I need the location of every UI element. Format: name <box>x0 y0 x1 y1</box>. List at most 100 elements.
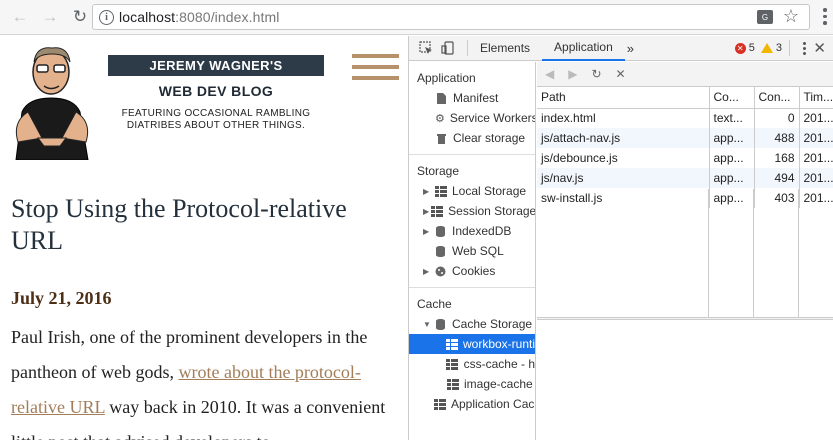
cell-path: js/nav.js <box>537 168 710 188</box>
sidebar-item-web-sql[interactable]: Web SQL <box>409 241 535 261</box>
database-icon <box>434 318 447 330</box>
cell-content-length: 488 <box>754 128 800 148</box>
reload-icon[interactable]: ↻ <box>68 5 92 29</box>
tab-application[interactable]: Application <box>542 36 625 61</box>
application-sidebar: Application Manifest ⚙ Service Workers C… <box>409 62 536 440</box>
column-header-time-cached[interactable]: Tim... <box>799 87 833 109</box>
table-row[interactable]: js/debounce.js app... 168 201... <box>537 148 833 168</box>
column-header-content-length[interactable]: Con... <box>754 87 800 109</box>
cell-content-length: 0 <box>754 108 800 128</box>
translate-icon[interactable]: G <box>757 10 773 24</box>
cell-time-cached: 201... <box>799 168 833 188</box>
address-bar[interactable]: i localhost:8080/index.html G ☆ <box>92 4 810 30</box>
grid-icon <box>446 338 458 350</box>
error-icon: ✕ <box>734 42 746 54</box>
sidebar-header-storage: Storage <box>417 164 460 178</box>
sidebar-header-cache: Cache <box>417 297 452 311</box>
expand-arrow-icon[interactable]: ▶ <box>423 187 432 196</box>
cell-content-type: text... <box>709 108 755 128</box>
refresh-icon[interactable]: ↻ <box>591 67 601 81</box>
hamburger-menu-icon[interactable] <box>352 54 399 87</box>
close-devtools-icon[interactable]: ✕ <box>813 39 826 57</box>
web-page: JEREMY WAGNER'S WEB DEV BLOG FEATURING O… <box>0 36 408 440</box>
sidebar-item-css-cache[interactable]: css-cache - h <box>409 354 535 374</box>
table-empty-area <box>537 189 833 317</box>
cell-content-length: 168 <box>754 148 800 168</box>
warning-icon <box>760 43 773 53</box>
cell-content-length: 494 <box>754 168 800 188</box>
sidebar-item-service-workers[interactable]: ⚙ Service Workers <box>409 108 535 128</box>
sidebar-item-local-storage[interactable]: ▶ Local Storage <box>409 181 535 201</box>
expand-arrow-icon[interactable]: ▶ <box>423 207 429 216</box>
back-arrow-icon[interactable]: ← <box>8 5 32 29</box>
brand-subtitle[interactable]: WEB DEV BLOG <box>108 83 324 99</box>
cell-content-type: app... <box>709 168 755 188</box>
sidebar-item-cookies[interactable]: ▶ Cookies <box>409 261 535 281</box>
database-icon <box>434 245 447 257</box>
grid-icon <box>446 358 459 370</box>
database-icon <box>434 225 447 237</box>
table-header-row: Path Co... Con... Tim... <box>537 87 833 109</box>
sidebar-item-cache-storage[interactable]: ▼ Cache Storage <box>409 314 535 334</box>
document-icon <box>435 92 448 104</box>
sidebar-item-image-cache[interactable]: image-cache <box>409 374 535 394</box>
more-tabs-icon[interactable]: » <box>627 41 634 56</box>
forward-arrow-icon[interactable]: → <box>38 5 62 29</box>
gear-icon: ⚙ <box>435 112 445 125</box>
table-row[interactable]: js/nav.js app... 494 201... <box>537 168 833 188</box>
avatar <box>15 47 89 160</box>
column-header-path[interactable]: Path <box>537 87 710 109</box>
table-row[interactable]: index.html text... 0 201... <box>537 108 833 128</box>
console-status[interactable]: ✕ 5 3 <box>734 42 782 54</box>
delete-entry-icon[interactable]: ✕ <box>616 67 626 81</box>
cache-viewer: ◀ ▶ ↻ ✕ Path Co... Con... Tim... index.h… <box>537 62 833 440</box>
devtools-menu-icon[interactable] <box>803 42 806 57</box>
grid-icon <box>431 205 444 217</box>
preview-splitter[interactable] <box>537 317 833 320</box>
inspect-element-icon[interactable] <box>419 41 433 55</box>
sidebar-item-clear-storage[interactable]: Clear storage <box>409 128 535 148</box>
cell-content-type: app... <box>709 128 755 148</box>
trash-icon <box>435 132 448 144</box>
sidebar-item-session-storage[interactable]: ▶ Session Storage <box>409 201 535 221</box>
cell-time-cached: 201... <box>799 128 833 148</box>
cache-toolbar: ◀ ▶ ↻ ✕ <box>537 62 833 87</box>
cookie-icon <box>434 265 447 277</box>
sidebar-item-manifest[interactable]: Manifest <box>409 88 535 108</box>
brand-title[interactable]: JEREMY WAGNER'S <box>108 55 324 76</box>
post-title: Stop Using the Protocol-relative URL <box>11 194 347 255</box>
post-date: July 21, 2016 <box>11 288 112 308</box>
expand-arrow-icon[interactable]: ▶ <box>423 267 432 276</box>
column-header-content-type[interactable]: Co... <box>709 87 755 109</box>
device-toolbar-icon[interactable] <box>441 41 455 55</box>
cell-time-cached: 201... <box>799 108 833 128</box>
info-icon[interactable]: i <box>99 9 114 25</box>
sidebar-item-application-cache[interactable]: Application Cache <box>409 394 535 414</box>
browser-menu-icon[interactable] <box>823 8 827 26</box>
grid-icon <box>434 185 447 197</box>
sidebar-item-workbox-runtime[interactable]: workbox-runtime <box>409 334 535 354</box>
previous-page-icon[interactable]: ◀ <box>545 67 554 81</box>
tagline: FEATURING OCCASIONAL RAMBLING DIATRIBES … <box>121 108 311 131</box>
grid-icon <box>434 398 446 410</box>
collapse-arrow-icon[interactable]: ▼ <box>423 320 432 329</box>
devtools-tabbar: Elements Application » ✕ 5 3 ✕ <box>409 36 833 61</box>
cell-path: js/attach-nav.js <box>537 128 710 148</box>
expand-arrow-icon[interactable]: ▶ <box>423 227 432 236</box>
devtools-panel: Elements Application » ✕ 5 3 ✕ Applicati… <box>408 36 833 440</box>
bookmark-star-icon[interactable]: ☆ <box>783 6 799 27</box>
sidebar-item-indexeddb[interactable]: ▶ IndexedDB <box>409 221 535 241</box>
cell-path: js/debounce.js <box>537 148 710 168</box>
warning-count: 3 <box>775 42 782 54</box>
url-text[interactable]: localhost:8080/index.html <box>119 9 280 25</box>
error-count: 5 <box>748 42 755 54</box>
next-page-icon[interactable]: ▶ <box>568 67 577 81</box>
table-row[interactable]: js/attach-nav.js app... 488 201... <box>537 128 833 148</box>
post-body: Paul Irish, one of the prominent develop… <box>11 327 386 440</box>
tab-elements[interactable]: Elements <box>468 36 542 61</box>
browser-toolbar: ← → ↻ i localhost:8080/index.html G ☆ <box>0 0 833 35</box>
grid-icon <box>446 378 459 390</box>
cell-time-cached: 201... <box>799 148 833 168</box>
cell-content-type: app... <box>709 148 755 168</box>
cell-path: index.html <box>537 108 710 128</box>
